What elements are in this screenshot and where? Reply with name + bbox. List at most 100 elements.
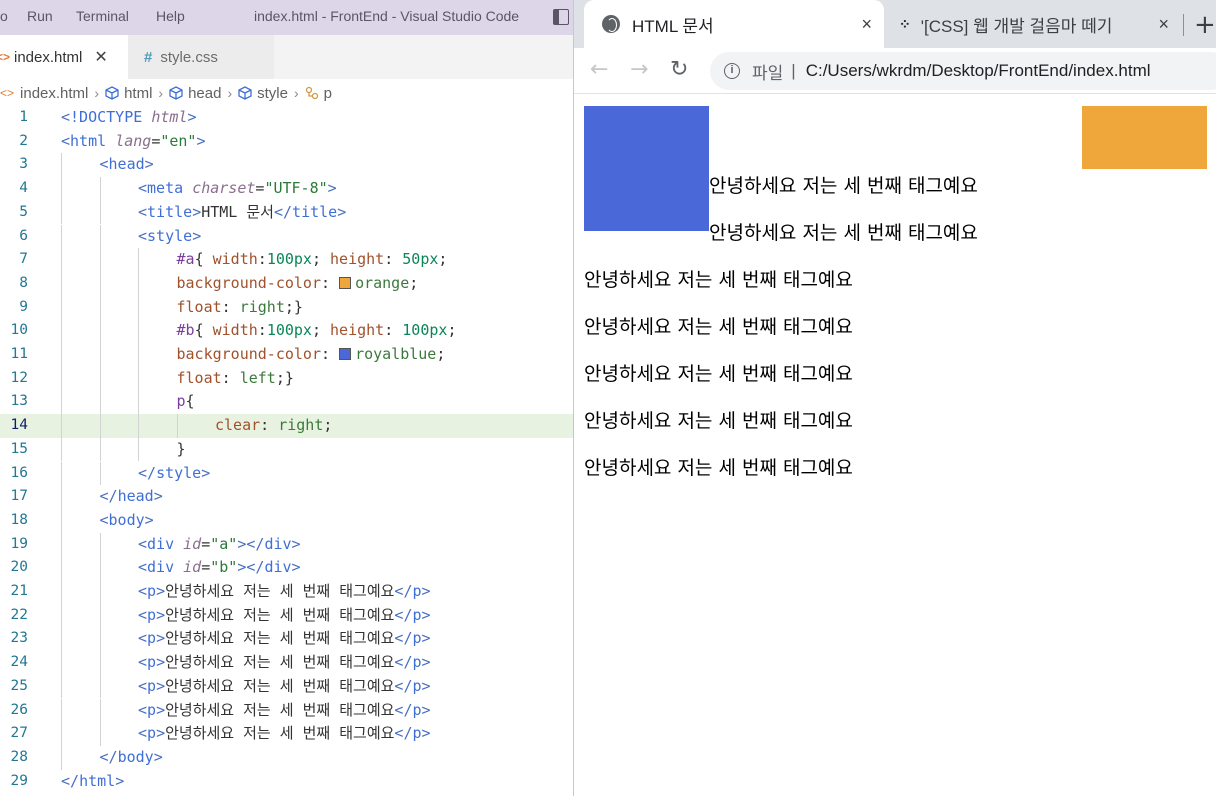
code-line[interactable]: 8 background-color: orange;: [0, 271, 573, 296]
code-line[interactable]: 14 clear: right;: [0, 414, 573, 438]
close-tab-icon[interactable]: ✕: [94, 47, 107, 67]
line-number: 23: [10, 630, 28, 647]
code-line[interactable]: 29 </html>: [0, 770, 573, 794]
dots-icon: ⁘: [899, 15, 911, 32]
breadcrumb-p[interactable]: p: [305, 85, 332, 102]
toggle-sidebar-icon[interactable]: [553, 9, 569, 25]
line-number: 13: [10, 393, 28, 410]
breadcrumb-style[interactable]: style: [238, 85, 288, 102]
indent-guide: [138, 414, 139, 438]
indent-guide: [61, 485, 62, 509]
line-number: 9: [19, 298, 28, 315]
vscode-titlebar: o Run Terminal Help index.html - FrontEn…: [0, 0, 573, 35]
code-line[interactable]: 19 <div id="a"></div>: [0, 532, 573, 557]
line-code: <div id="b"></div>: [138, 558, 301, 577]
new-tab-button[interactable]: +: [1194, 10, 1216, 40]
line-code: #a{ width:100px; height: 50px;: [176, 250, 448, 269]
code-line[interactable]: 24 <p>안녕하세요 저는 세 번째 태그예요</p>: [0, 651, 573, 675]
indent-guide: [99, 200, 101, 225]
indent-guide: [61, 224, 62, 249]
code-line[interactable]: 22 <p>안녕하세요 저는 세 번째 태그예요</p>: [0, 603, 573, 628]
color-swatch[interactable]: [339, 276, 352, 289]
code-line[interactable]: 6 <style>: [0, 224, 573, 249]
code-line[interactable]: 5 <title>HTML 문서</title>: [0, 200, 573, 225]
indent-guide: [61, 722, 62, 746]
indent-guide: [61, 390, 62, 415]
line-number: 25: [10, 677, 28, 694]
indent-guide: [138, 248, 139, 272]
code-line[interactable]: 15}: [0, 437, 573, 462]
code-line[interactable]: 2 <html lang="en">: [0, 130, 573, 154]
breadcrumb: <> index.html › html › head › style › p: [0, 79, 573, 107]
code-line[interactable]: 25 <p>안녕하세요 저는 세 번째 태그예요</p>: [0, 674, 573, 699]
line-code: <!DOCTYPE html>: [61, 108, 197, 126]
code-line[interactable]: 18 <body>: [0, 508, 573, 533]
back-arrow-icon[interactable]: ←: [590, 57, 608, 82]
line-code: clear: right;: [215, 416, 333, 435]
reload-icon[interactable]: ↻: [670, 57, 688, 82]
code-line[interactable]: 3 <head>: [0, 153, 573, 178]
tab-index-html[interactable]: <> index.html ✕: [0, 35, 128, 79]
indent-guide: [99, 343, 101, 367]
code-line[interactable]: 20 <div id="b"></div>: [0, 556, 573, 580]
indent-guide: [99, 651, 101, 675]
line-number: 14: [10, 417, 28, 434]
symbol-rule-icon: [305, 86, 319, 100]
forward-arrow-icon[interactable]: →: [630, 57, 648, 82]
indent-guide: [61, 674, 62, 699]
code-line[interactable]: 16 </style>: [0, 461, 573, 486]
code-line[interactable]: 11 background-color: royalblue;: [0, 343, 573, 367]
code-line[interactable]: 26 <p>안녕하세요 저는 세 번째 태그예요</p>: [0, 698, 573, 723]
indent-guide: [99, 224, 101, 249]
breadcrumb-head[interactable]: head: [169, 85, 221, 102]
close-tab-icon[interactable]: ×: [861, 14, 872, 35]
indent-guide: [99, 722, 101, 746]
code-line[interactable]: 28 </body>: [0, 745, 573, 770]
close-tab-icon[interactable]: ×: [1158, 14, 1169, 35]
line-number: 26: [10, 701, 28, 718]
code-line[interactable]: 27 <p>안녕하세요 저는 세 번째 태그예요</p>: [0, 722, 573, 746]
menu-run[interactable]: Run: [27, 8, 53, 24]
breadcrumb-file[interactable]: <> index.html: [0, 85, 88, 102]
menu-terminal[interactable]: Terminal: [76, 8, 129, 24]
code-line[interactable]: 4 <meta charset="UTF-8">: [0, 177, 573, 201]
line-code: </html>: [61, 771, 125, 790]
color-swatch[interactable]: [339, 348, 352, 360]
code-editor[interactable]: 1 <!DOCTYPE html> 2 <html lang="en"> 3 <head>…: [0, 106, 573, 796]
chevron-right-icon: ›: [94, 85, 100, 101]
code-line[interactable]: 12 float: left;}: [0, 366, 573, 391]
browser-tab-active[interactable]: HTML 문서 ×: [584, 0, 884, 48]
code-line[interactable]: 7 #a{ width:100px; height: 50px;: [0, 248, 573, 272]
indent-guide: [138, 343, 139, 367]
line-number: 2: [19, 132, 28, 149]
indent-guide: [61, 461, 62, 486]
code-line[interactable]: 17 </head>: [0, 485, 573, 509]
address-url[interactable]: C:/Users/wkrdm/Desktop/FrontEnd/index.ht…: [806, 61, 1151, 81]
tab-style-css[interactable]: # style.css: [128, 35, 274, 79]
code-line[interactable]: 13 p{: [0, 390, 573, 415]
indent-guide: [138, 271, 139, 296]
menu-help[interactable]: Help: [156, 8, 185, 24]
indent-guide: [61, 698, 62, 723]
info-icon[interactable]: i: [724, 63, 740, 79]
address-bar[interactable]: i 파일 | C:/Users/wkrdm/Desktop/FrontEnd/i…: [710, 52, 1216, 90]
line-number: 7: [19, 251, 28, 268]
code-line[interactable]: 1 <!DOCTYPE html>: [0, 106, 573, 130]
page-viewport: 안녕하세요 저는 세 번째 태그예요 안녕하세요 저는 세 번째 태그예요 안녕…: [574, 95, 1216, 796]
breadcrumb-html[interactable]: html: [105, 85, 152, 102]
indent-guide: [99, 532, 101, 557]
code-line[interactable]: 9 float: right;}: [0, 295, 573, 320]
line-code: <body>: [99, 510, 154, 529]
line-code: #b{ width:100px; height: 100px;: [176, 321, 457, 340]
browser-tab-inactive[interactable]: ⁘ '[CSS] 웹 개발 걸음마 떼기 ×: [889, 0, 1181, 48]
line-code: </style>: [138, 463, 211, 482]
code-line[interactable]: 10 #b{ width:100px; height: 100px;: [0, 319, 573, 343]
code-line[interactable]: 21 <p>안녕하세요 저는 세 번째 태그예요</p>: [0, 580, 573, 604]
code-line[interactable]: 23 <p>안녕하세요 저는 세 번째 태그예요</p>: [0, 627, 573, 652]
line-code: </head>: [99, 487, 163, 506]
chevron-right-icon: ›: [158, 85, 164, 101]
menu-go[interactable]: o: [0, 8, 8, 24]
indent-guide: [138, 319, 139, 343]
line-number: 22: [10, 606, 28, 623]
page-paragraph: 안녕하세요 저는 세 번째 태그예요: [584, 363, 853, 385]
